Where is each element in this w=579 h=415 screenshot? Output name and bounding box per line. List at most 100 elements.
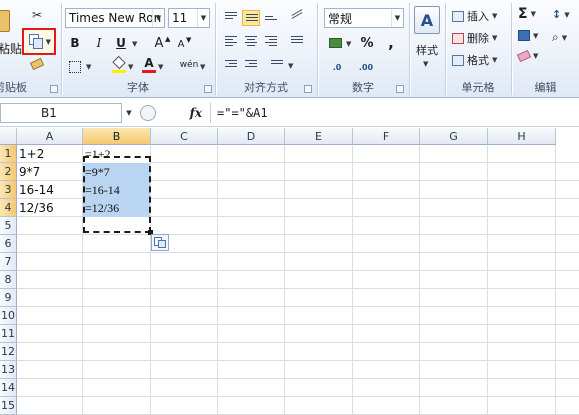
chevron-down-icon[interactable]: ▼ — [128, 63, 133, 71]
decrease-indent-button[interactable] — [222, 58, 240, 74]
row-header-10[interactable]: 10 — [0, 307, 17, 325]
cell-b1[interactable]: =1+2 — [83, 145, 150, 163]
chevron-down-icon[interactable]: ▼ — [46, 38, 51, 46]
name-box[interactable]: B1 — [0, 103, 122, 123]
fill-color-button[interactable] — [110, 55, 128, 74]
insert-cells-button[interactable]: 插入 ▼ — [452, 8, 497, 24]
delete-icon — [452, 32, 464, 44]
fill-button[interactable]: ▼ — [518, 30, 538, 41]
alignment-launcher-icon[interactable] — [304, 85, 312, 93]
chevron-down-icon[interactable]: ▼ — [391, 9, 403, 27]
increase-indent-button[interactable] — [242, 58, 260, 74]
cell-b3[interactable]: =16-14 — [83, 181, 150, 199]
font-size-input[interactable]: 11 ▼ — [168, 8, 210, 28]
column-header-e[interactable]: E — [285, 128, 353, 145]
paste-label[interactable]: 粘贴 — [0, 40, 22, 57]
align-top-button[interactable] — [222, 10, 240, 26]
row-header-9[interactable]: 9 — [0, 289, 17, 307]
resize-handle-icon[interactable] — [140, 105, 156, 121]
formula-input[interactable]: ="="&A1 — [210, 103, 579, 123]
cell-a3[interactable]: 16-14 — [17, 181, 82, 199]
row-header-14[interactable]: 14 — [0, 379, 17, 397]
number-format-select[interactable]: 常规 ▼ — [324, 8, 404, 28]
row-header-6[interactable]: 6 — [0, 235, 17, 253]
column-header-d[interactable]: D — [218, 128, 285, 145]
comma-button[interactable]: , — [382, 34, 400, 52]
align-right-button[interactable] — [262, 34, 280, 50]
font-color-button[interactable]: A — [140, 56, 158, 74]
decrease-decimal-button[interactable]: .00 — [354, 58, 378, 76]
row-header-3[interactable]: 3 — [0, 181, 17, 199]
cell-a2[interactable]: 9*7 — [17, 163, 82, 181]
align-middle-button[interactable] — [242, 10, 260, 26]
row-header-1[interactable]: 1 — [0, 145, 17, 163]
orientation-button[interactable] — [288, 9, 306, 26]
find-select-button[interactable]: ⌕ ▼ — [552, 30, 567, 45]
ribbon: 粘贴 ✂ ▼ 剪贴板 Times New Ron ▼ 11 ▼ B I U ▼ … — [0, 0, 579, 98]
row-header-8[interactable]: 8 — [0, 271, 17, 289]
copy-button[interactable]: ▼ — [22, 28, 56, 55]
column-header-h[interactable]: H — [488, 128, 556, 145]
merge-center-button[interactable] — [268, 58, 286, 74]
chevron-down-icon[interactable]: ▼ — [123, 103, 135, 123]
styles-icon[interactable]: A — [414, 6, 440, 34]
cell-a4[interactable]: 12/36 — [17, 199, 82, 217]
format-painter-icon[interactable] — [29, 57, 45, 71]
cell-b4[interactable]: =12/36 — [83, 199, 150, 217]
chevron-down-icon[interactable]: ▼ — [200, 63, 205, 71]
chevron-down-icon[interactable]: ▼ — [86, 63, 91, 71]
worksheet-grid[interactable]: ABCDEFGH 1 2 3 4 5 6 7 8 9 10 11 12 13 14 15 1+2 =1+2 9*… — [0, 128, 579, 415]
chevron-down-icon[interactable]: ▼ — [288, 62, 293, 70]
align-left-button[interactable] — [222, 34, 240, 50]
paste-options-button[interactable] — [151, 234, 169, 251]
sort-filter-button[interactable]: ↕ ▼ — [552, 8, 570, 21]
insert-function-icon[interactable]: fx — [158, 103, 208, 123]
font-name-input[interactable]: Times New Ron ▼ — [65, 8, 165, 28]
row-header-11[interactable]: 11 — [0, 325, 17, 343]
currency-icon — [328, 38, 342, 48]
clear-button[interactable]: ▼ — [516, 49, 538, 63]
percent-button[interactable]: % — [358, 34, 376, 52]
chevron-down-icon[interactable]: ▼ — [346, 40, 351, 48]
column-header-b[interactable]: B — [83, 128, 151, 145]
chevron-down-icon[interactable]: ▼ — [423, 60, 428, 68]
font-launcher-icon[interactable] — [204, 85, 212, 93]
column-header-a[interactable]: A — [17, 128, 83, 145]
row-header-15[interactable]: 15 — [0, 397, 17, 415]
underline-button[interactable]: U — [112, 34, 130, 52]
row-header-2[interactable]: 2 — [0, 163, 17, 181]
column-header-c[interactable]: C — [151, 128, 218, 145]
sum-icon: Σ — [518, 6, 528, 22]
cell-a1[interactable]: 1+2 — [17, 145, 82, 163]
phonetic-button[interactable]: wén — [176, 56, 202, 74]
align-center-button[interactable] — [242, 34, 260, 50]
chevron-down-icon[interactable]: ▼ — [132, 40, 137, 48]
increase-decimal-button[interactable]: .0 — [326, 58, 348, 76]
chevron-down-icon[interactable]: ▼ — [197, 9, 209, 27]
row-header-7[interactable]: 7 — [0, 253, 17, 271]
wrap-text-button[interactable] — [288, 34, 306, 50]
bold-button[interactable]: B — [66, 34, 84, 52]
column-header-f[interactable]: F — [353, 128, 420, 145]
column-header-g[interactable]: G — [420, 128, 488, 145]
row-header-4[interactable]: 4 — [0, 199, 17, 217]
clipboard-launcher-icon[interactable] — [50, 85, 58, 93]
paste-icon[interactable] — [0, 10, 10, 32]
delete-cells-button[interactable]: 删除 ▼ — [452, 30, 497, 46]
styles-label[interactable]: 样式 — [410, 42, 444, 58]
row-header-13[interactable]: 13 — [0, 361, 17, 379]
number-launcher-icon[interactable] — [396, 85, 404, 93]
autosum-button[interactable]: Σ ▼ — [518, 6, 536, 22]
format-cells-button[interactable]: 格式 ▼ — [452, 52, 497, 68]
select-all-corner[interactable] — [0, 128, 17, 145]
italic-button[interactable]: I — [90, 34, 108, 52]
cut-icon[interactable]: ✂ — [30, 8, 44, 22]
border-button[interactable] — [66, 58, 84, 76]
chevron-down-icon[interactable]: ▼ — [158, 63, 163, 71]
row-header-12[interactable]: 12 — [0, 343, 17, 361]
chevron-down-icon[interactable]: ▼ — [152, 9, 164, 27]
align-bottom-button[interactable] — [262, 10, 280, 26]
currency-button[interactable] — [326, 34, 344, 52]
row-header-5[interactable]: 5 — [0, 217, 17, 235]
cell-b2[interactable]: =9*7 — [83, 163, 150, 181]
